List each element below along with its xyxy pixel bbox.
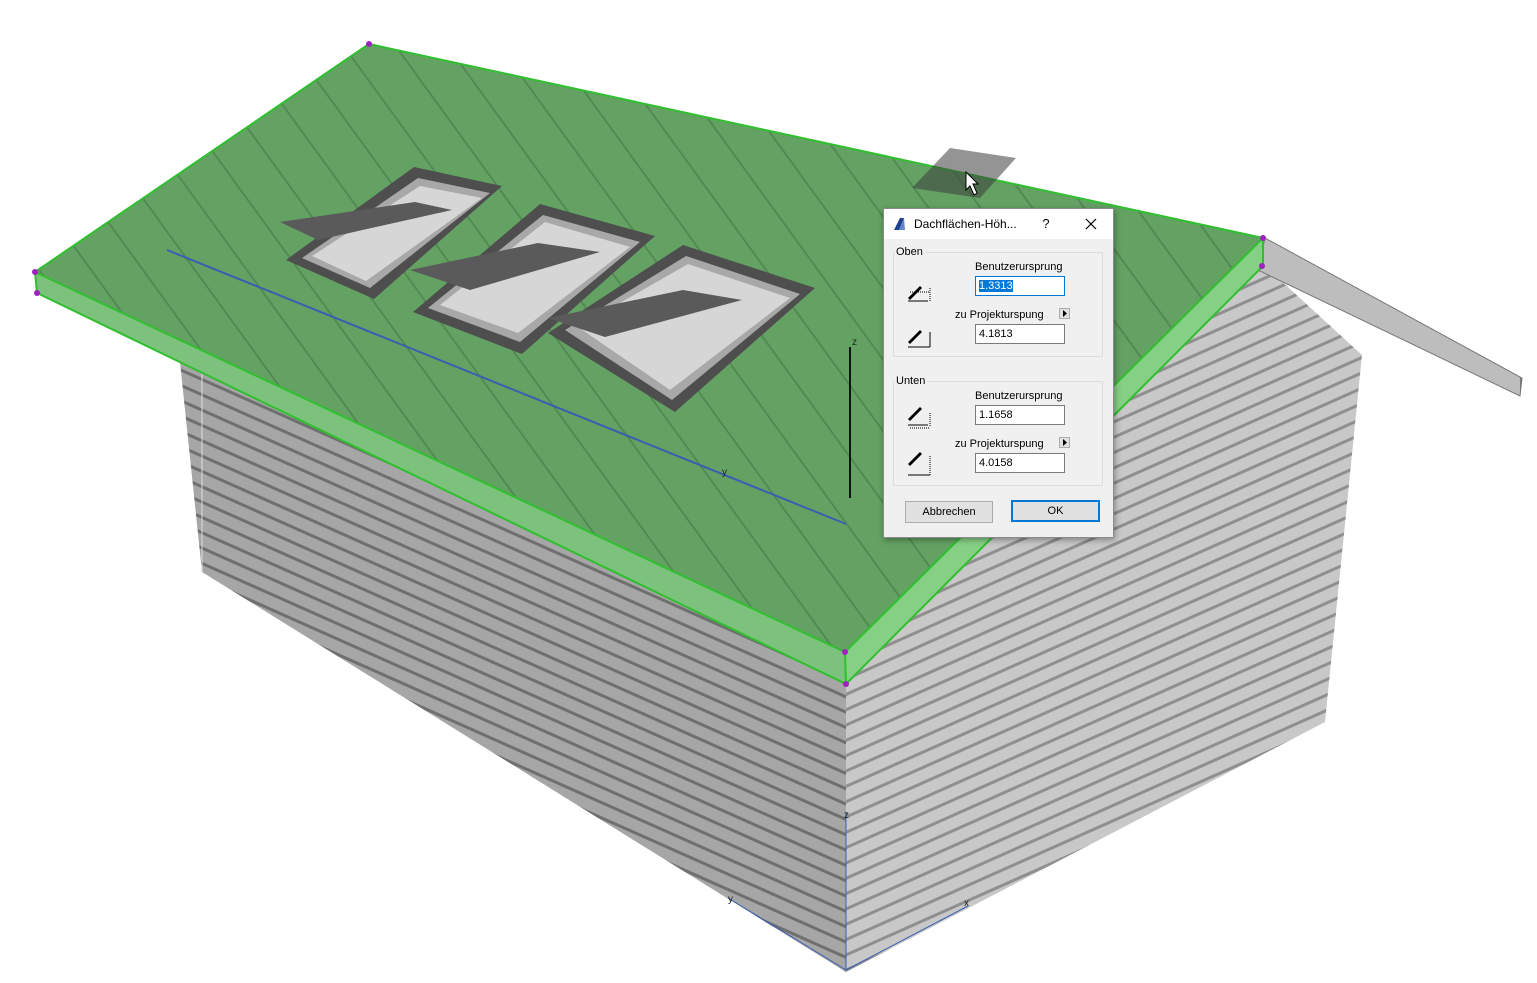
hotspot[interactable] bbox=[1259, 263, 1265, 269]
bottom-project-origin-icon bbox=[908, 452, 931, 476]
top-project-origin-icon bbox=[908, 330, 931, 348]
roof-height-dialog: Dachflächen-Höh... ? Oben Benutzerurspru… bbox=[883, 208, 1114, 538]
bottom-project-origin-input[interactable]: 4.0158 bbox=[975, 453, 1065, 473]
house-model: z y z y x bbox=[32, 41, 1523, 972]
roof-y-axis-label: y bbox=[722, 467, 727, 478]
close-icon[interactable] bbox=[1080, 213, 1102, 235]
triangle-right-icon bbox=[1063, 310, 1067, 317]
hotspot[interactable] bbox=[366, 41, 372, 47]
top-project-origin-toggle[interactable] bbox=[1059, 308, 1070, 319]
bottom-user-origin-icon bbox=[908, 407, 931, 429]
3d-viewport[interactable]: z y z y x bbox=[0, 0, 1537, 983]
bottom-group-label: Unten bbox=[894, 375, 928, 387]
top-user-origin-icon bbox=[908, 286, 931, 302]
base-y-axis-label: y bbox=[728, 894, 733, 905]
roof-z-axis-label: z bbox=[852, 337, 857, 348]
dialog-title: Dachflächen-Höh... bbox=[914, 217, 1017, 231]
base-z-axis-label: z bbox=[844, 810, 849, 821]
help-button[interactable]: ? bbox=[1036, 213, 1056, 235]
base-x-axis-label: x bbox=[964, 898, 969, 909]
app-logo-icon bbox=[894, 218, 905, 230]
hotspot[interactable] bbox=[843, 681, 849, 687]
top-project-origin-label: zu Projekturspung bbox=[955, 309, 1044, 321]
bottom-project-origin-label: zu Projekturspung bbox=[955, 438, 1044, 450]
top-project-origin-input[interactable]: 4.1813 bbox=[975, 324, 1065, 344]
bottom-user-origin-label: Benutzerursprung bbox=[975, 390, 1063, 402]
hotspot[interactable] bbox=[842, 649, 848, 655]
hotspot[interactable] bbox=[34, 290, 40, 296]
top-user-origin-input[interactable]: 1.3313 bbox=[975, 276, 1065, 296]
top-user-origin-label: Benutzerursprung bbox=[975, 261, 1063, 273]
triangle-right-icon bbox=[1063, 439, 1067, 446]
hotspot[interactable] bbox=[1260, 235, 1266, 241]
ok-button[interactable]: OK bbox=[1011, 500, 1100, 522]
hotspot[interactable] bbox=[32, 269, 38, 275]
bottom-user-origin-input[interactable]: 1.1658 bbox=[975, 405, 1065, 425]
cancel-button[interactable]: Abbrechen bbox=[905, 501, 993, 523]
top-group-label: Oben bbox=[894, 246, 925, 258]
dialog-titlebar[interactable]: Dachflächen-Höh... ? bbox=[884, 209, 1113, 239]
bottom-project-origin-toggle[interactable] bbox=[1059, 437, 1070, 448]
